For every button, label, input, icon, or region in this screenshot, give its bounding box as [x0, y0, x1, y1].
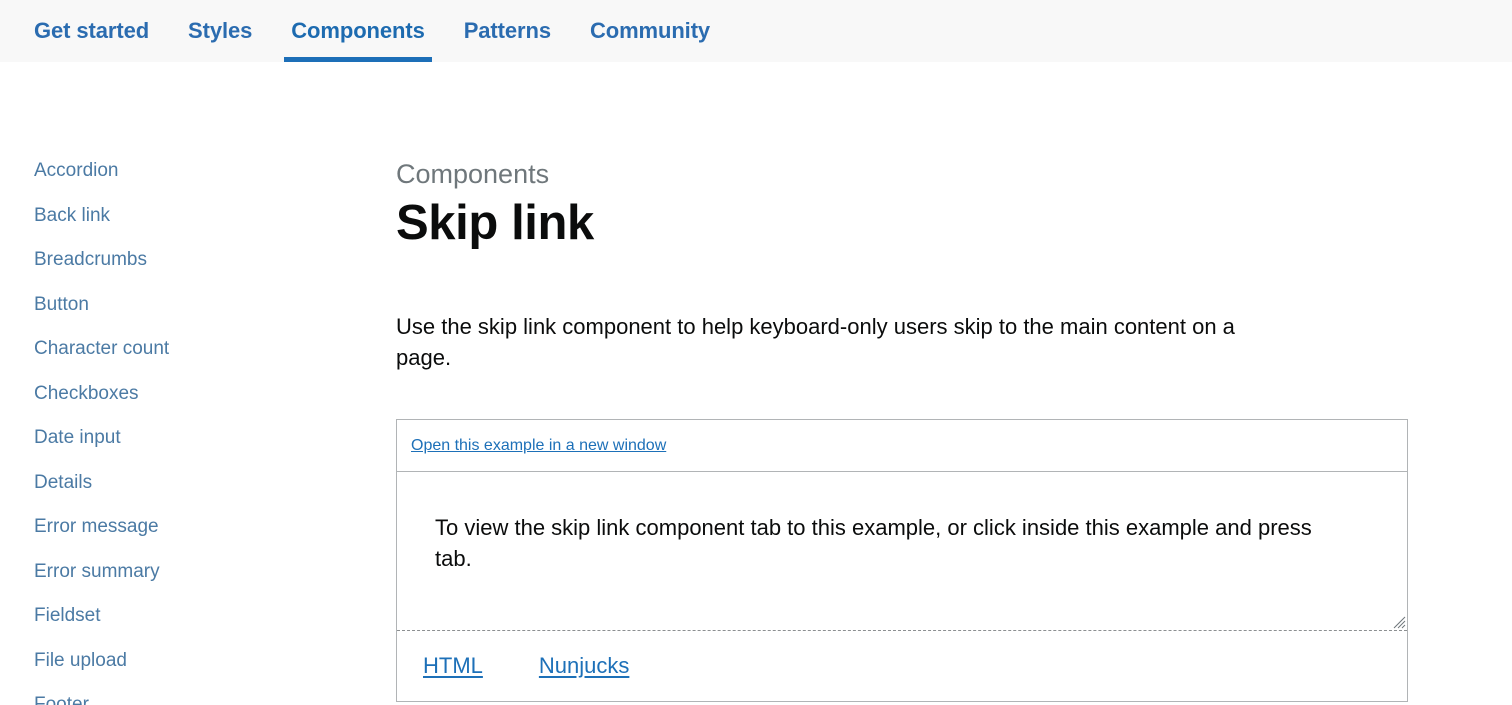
- sidebar-link-error-summary[interactable]: Error summary: [34, 561, 160, 582]
- sidebar-link-error-message[interactable]: Error message: [34, 516, 159, 537]
- sidebar-item-checkboxes[interactable]: Checkboxes: [34, 382, 396, 406]
- intro-paragraph: Use the skip link component to help keyb…: [396, 314, 1235, 370]
- nav-item-styles[interactable]: Styles: [174, 0, 277, 62]
- sidebar-item-details[interactable]: Details: [34, 471, 396, 495]
- resize-grip-icon[interactable]: [1390, 613, 1406, 629]
- nav-link-community[interactable]: Community: [590, 0, 710, 62]
- sidebar-item-breadcrumbs[interactable]: Breadcrumbs: [34, 248, 396, 272]
- nav-link-patterns[interactable]: Patterns: [464, 0, 551, 62]
- nav-item-patterns[interactable]: Patterns: [450, 0, 576, 62]
- example-preview-text: To view the skip link component tab to t…: [435, 515, 1312, 571]
- example-code-tabs: HTML Nunjucks: [397, 631, 1407, 701]
- sidebar-item-button[interactable]: Button: [34, 293, 396, 317]
- example-preview-frame[interactable]: To view the skip link component tab to t…: [397, 472, 1407, 631]
- tab-nunjucks[interactable]: Nunjucks: [539, 653, 629, 679]
- sidebar-link-character-count[interactable]: Character count: [34, 338, 169, 359]
- sidebar-item-back-link[interactable]: Back link: [34, 204, 396, 228]
- sidebar-item-accordion[interactable]: Accordion: [34, 159, 396, 183]
- nav-item-community[interactable]: Community: [576, 0, 735, 62]
- page-title: Skip link: [396, 196, 594, 250]
- sidebar-link-checkboxes[interactable]: Checkboxes: [34, 383, 139, 404]
- page-body: Accordion Back link Breadcrumbs Button C…: [0, 62, 1512, 705]
- sidebar-link-fieldset[interactable]: Fieldset: [34, 605, 101, 626]
- sidebar-link-details[interactable]: Details: [34, 472, 92, 493]
- nav-link-components[interactable]: Components: [291, 0, 425, 62]
- sidebar-link-footer[interactable]: Footer: [34, 694, 89, 705]
- nav-link-styles[interactable]: Styles: [188, 0, 252, 62]
- sidebar-list: Accordion Back link Breadcrumbs Button C…: [34, 159, 396, 705]
- open-example-new-window-link[interactable]: Open this example in a new window: [411, 437, 666, 454]
- tab-html[interactable]: HTML: [423, 653, 483, 679]
- example-panel-header: Open this example in a new window: [397, 420, 1407, 472]
- sidebar-link-back-link[interactable]: Back link: [34, 205, 110, 226]
- sidebar-link-file-upload[interactable]: File upload: [34, 650, 127, 671]
- main-content: Components Skip link Use the skip link c…: [396, 62, 1512, 705]
- sidebar-link-button[interactable]: Button: [34, 294, 89, 315]
- nav-item-get-started[interactable]: Get started: [34, 0, 174, 62]
- components-sidebar: Accordion Back link Breadcrumbs Button C…: [0, 62, 396, 705]
- primary-navigation: Get started Styles Components Patterns C…: [0, 0, 1512, 62]
- example-panel: Open this example in a new window To vie…: [396, 419, 1408, 702]
- primary-navigation-list: Get started Styles Components Patterns C…: [34, 0, 735, 62]
- sidebar-item-footer[interactable]: Footer: [34, 693, 396, 705]
- page-caption: Components: [396, 159, 550, 189]
- sidebar-item-error-summary[interactable]: Error summary: [34, 560, 396, 584]
- sidebar-item-error-message[interactable]: Error message: [34, 515, 396, 539]
- sidebar-item-character-count[interactable]: Character count: [34, 337, 396, 361]
- nav-item-components[interactable]: Components: [277, 0, 449, 62]
- sidebar-item-date-input[interactable]: Date input: [34, 426, 396, 450]
- sidebar-link-breadcrumbs[interactable]: Breadcrumbs: [34, 249, 147, 270]
- sidebar-item-file-upload[interactable]: File upload: [34, 649, 396, 673]
- nav-link-get-started[interactable]: Get started: [34, 0, 149, 62]
- sidebar-item-fieldset[interactable]: Fieldset: [34, 604, 396, 628]
- sidebar-link-date-input[interactable]: Date input: [34, 427, 121, 448]
- sidebar-link-accordion[interactable]: Accordion: [34, 160, 119, 181]
